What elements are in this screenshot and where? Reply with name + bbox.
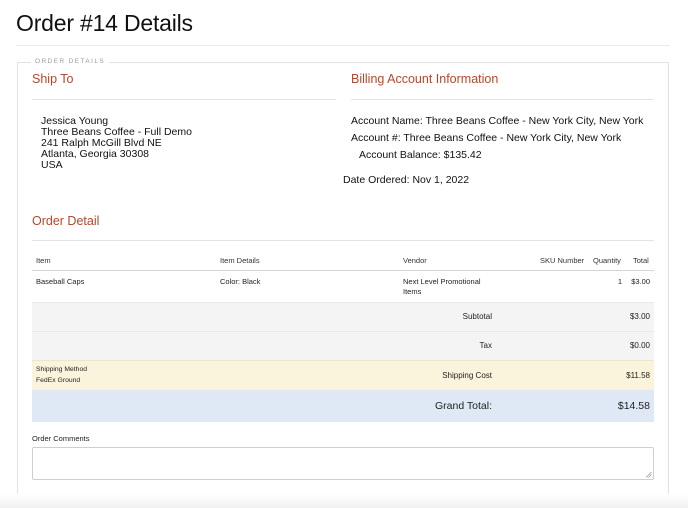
column-header-item: Item <box>36 256 51 265</box>
grand-total-row <box>32 390 654 422</box>
ship-to-city: Atlanta, Georgia 30308 <box>41 148 149 160</box>
row-total: $3.00 <box>631 277 650 286</box>
ship-to-heading: Ship To <box>32 72 74 86</box>
tax-label: Tax <box>479 341 492 350</box>
title-divider <box>16 45 670 46</box>
table-header-divider <box>32 270 654 271</box>
row-vendor-line1: Next Level Promotional <box>403 277 481 286</box>
tax-value: $0.00 <box>629 341 650 350</box>
billing-heading: Billing Account Information <box>351 72 499 86</box>
row-item-details: Color: Black <box>220 277 261 286</box>
order-detail-heading: Order Detail <box>32 214 100 228</box>
column-header-sku: SKU Number <box>540 256 585 265</box>
resize-grip-icon[interactable] <box>645 471 652 478</box>
shipping-cost-label: Shipping Cost <box>442 371 492 380</box>
shipping-cost-value: $11.58 <box>626 371 650 380</box>
column-header-total: Total <box>633 256 649 265</box>
subtotal-label: Subtotal <box>462 312 492 321</box>
shipping-method-label: Shipping Method <box>36 366 88 373</box>
fieldset-legend: ORDER DETAILS <box>31 58 110 65</box>
subtotal-value: $3.00 <box>629 312 650 321</box>
row-item: Baseball Caps <box>36 277 85 286</box>
account-balance: Account Balance: $135.42 <box>359 149 482 161</box>
column-header-quantity: Quantity <box>593 256 621 265</box>
tax-row <box>32 331 654 360</box>
page-title: Order #14 Details <box>16 10 193 36</box>
billing-divider <box>351 99 654 100</box>
column-header-item-details: Item Details <box>220 256 260 265</box>
account-name: Account Name: Three Beans Coffee - New Y… <box>351 115 644 127</box>
order-detail-divider <box>32 240 654 241</box>
shipping-method-value: FedEx Ground <box>36 377 81 384</box>
ship-to-address: Jessica Young Three Beans Coffee - Full … <box>41 116 192 171</box>
subtotal-row <box>32 302 654 331</box>
grand-total-label: Grand Total: <box>434 400 492 412</box>
row-vendor-line2: Items <box>403 287 422 296</box>
ship-to-divider <box>32 99 336 100</box>
column-header-vendor: Vendor <box>403 256 427 265</box>
grand-total-value: $14.58 <box>617 400 650 412</box>
order-comments-label: Order Comments <box>32 434 90 443</box>
account-number: Account #: Three Beans Coffee - New York… <box>351 132 622 144</box>
order-comments-textarea[interactable] <box>32 447 654 480</box>
date-ordered: Date Ordered: Nov 1, 2022 <box>343 174 470 186</box>
shipping-row <box>32 360 654 390</box>
ship-to-country: USA <box>41 159 63 171</box>
page-bottom-shade <box>0 494 688 508</box>
